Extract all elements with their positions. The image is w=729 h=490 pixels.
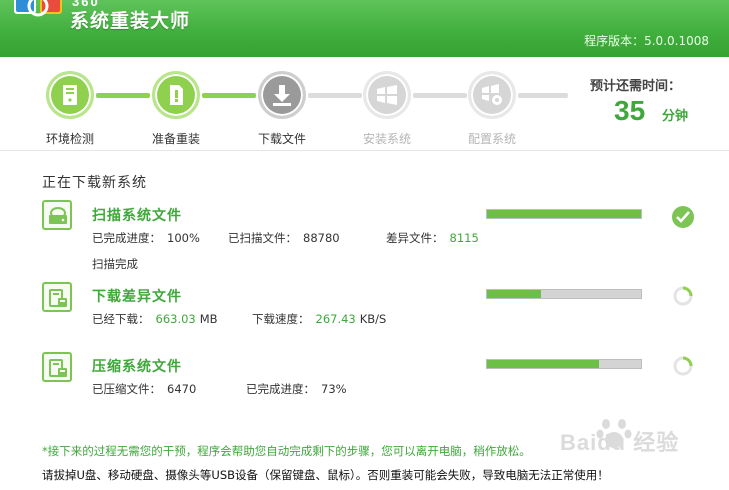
app-title: 系统重装大师 xyxy=(70,10,191,32)
download-icon xyxy=(273,85,291,106)
download-progress-bar xyxy=(486,289,642,299)
progress-fill xyxy=(487,360,600,368)
scan-progress: 已完成进度： 100% xyxy=(92,230,200,246)
step-install xyxy=(363,71,411,119)
computer-icon xyxy=(63,85,77,105)
progress-fill xyxy=(487,290,541,298)
watermark-text: Baidu 经验 xyxy=(560,430,680,455)
diff-files: 差异文件： 8115 xyxy=(386,230,479,246)
document-icon xyxy=(170,85,183,105)
app-logo-icon xyxy=(14,0,62,17)
progress-steps: 环境检测 准备重装 下载文件 安装系统 配置系统 预计还需时间： 35 分钟 xyxy=(0,57,729,151)
meta-label: 已经下载： xyxy=(92,312,150,326)
eta-unit: 分钟 xyxy=(662,109,689,124)
step-prepare xyxy=(152,71,200,119)
meta-value: 663.03 xyxy=(155,312,196,326)
windows-install-icon xyxy=(377,85,397,105)
spinner-icon xyxy=(673,286,693,306)
scanned-files: 已扫描文件： 88780 xyxy=(228,230,340,246)
meta-label: 下载速度： xyxy=(252,312,310,326)
step-connector xyxy=(96,93,150,98)
step-label-prepare: 准备重装 xyxy=(151,132,200,146)
compressed-files: 已压缩文件： 6470 xyxy=(92,381,196,397)
check-icon xyxy=(672,206,694,228)
section-title: 正在下载新系统 xyxy=(42,175,147,191)
meta-label: 已完成进度： xyxy=(246,382,315,396)
step-connector xyxy=(308,93,362,98)
scan-progress-bar xyxy=(486,209,642,219)
meta-unit: KB/S xyxy=(359,312,387,326)
step-label-install: 安装系统 xyxy=(362,132,411,146)
brand-prefix: 360 xyxy=(72,0,100,9)
compress-progress: 已完成进度： 73% xyxy=(246,381,347,397)
step-connector xyxy=(202,93,256,98)
version-info: 程序版本：5.0.0.1008 xyxy=(584,32,709,49)
version-label: 程序版本： xyxy=(584,34,645,48)
step-connector xyxy=(518,93,568,98)
step-configure xyxy=(468,71,516,119)
meta-label: 已完成进度： xyxy=(92,231,161,245)
meta-value: 8115 xyxy=(449,231,479,245)
package-icon xyxy=(42,352,72,382)
meta-label: 已扫描文件： xyxy=(228,231,297,245)
task-title-download: 下载差异文件 xyxy=(92,289,182,305)
download-speed: 下载速度： 267.43 KB/S xyxy=(252,311,386,327)
eta-title: 预计还需时间： xyxy=(590,79,682,94)
task-title-compress: 压缩系统文件 xyxy=(92,359,182,375)
compress-progress-bar xyxy=(486,359,642,369)
meta-value: 6470 xyxy=(167,382,197,396)
title-bar: 360 系统重装大师 程序版本：5.0.0.1008 xyxy=(0,0,729,57)
step-label-environment-check: 环境检测 xyxy=(45,132,94,146)
step-connector xyxy=(413,93,467,98)
step-label-download: 下载文件 xyxy=(257,132,306,146)
scan-status-note: 扫描完成 xyxy=(92,257,138,271)
baidu-watermark: Baidu 经验 xyxy=(560,415,720,455)
meta-value: 88780 xyxy=(303,231,340,245)
progress-fill xyxy=(487,210,641,218)
meta-unit: MB xyxy=(199,312,218,326)
windows-gear-icon xyxy=(482,84,502,105)
meta-label: 已压缩文件： xyxy=(92,382,161,396)
downloaded-size: 已经下载： 663.03 MB xyxy=(92,311,218,327)
step-download xyxy=(258,71,306,119)
meta-value: 73% xyxy=(321,382,347,396)
eta-value: 35 xyxy=(614,95,646,126)
step-environment-check xyxy=(46,71,94,119)
meta-value: 267.43 xyxy=(315,312,356,326)
task-title-scan: 扫描系统文件 xyxy=(92,208,182,224)
meta-label: 差异文件： xyxy=(386,231,444,245)
step-label-configure: 配置系统 xyxy=(467,132,516,146)
package-icon xyxy=(42,282,72,312)
auto-complete-tip: *接下来的过程无需您的干预，程序会帮助您自动完成剩下的步骤，您可以离开电脑，稍作… xyxy=(42,444,531,458)
version-value: 5.0.0.1008 xyxy=(644,34,709,48)
spinner-icon xyxy=(673,356,693,376)
meta-value: 100% xyxy=(167,231,200,245)
disk-icon xyxy=(42,200,72,230)
usb-warning: 请拔掉U盘、移动硬盘、摄像头等USB设备（保留键盘、鼠标）。否则重装可能会失败，… xyxy=(42,468,609,482)
